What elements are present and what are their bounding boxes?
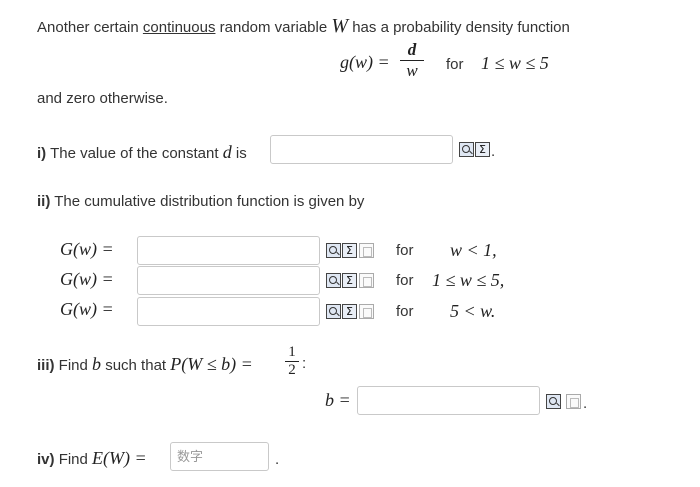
cdf-row-1-for: for (396, 242, 414, 259)
cdf-row-1-lhs: G(w) = (60, 239, 114, 259)
continuous-link[interactable]: continuous (143, 19, 216, 36)
trailing-period: . (275, 451, 280, 468)
preview-icon[interactable] (546, 394, 561, 409)
preview-icon[interactable] (326, 304, 341, 319)
pdf-denominator: w (406, 61, 418, 80)
help-icon[interactable] (359, 273, 374, 288)
pdf-for: for (446, 56, 464, 73)
help-icon[interactable] (359, 243, 374, 258)
preview-icon[interactable] (326, 273, 341, 288)
expectation-input[interactable] (170, 442, 269, 471)
half-denominator: 2 (288, 362, 296, 378)
b-input[interactable] (357, 386, 540, 415)
intro-prefix: Another certain (37, 19, 139, 36)
question-4-expr: E(W) = (92, 448, 147, 468)
cdf-row-3-lhs: G(w) = (60, 299, 114, 319)
intro-text: Another certain continuous random variab… (37, 15, 570, 38)
question-1-var: d (222, 142, 232, 162)
intro-variable: W (331, 15, 349, 37)
question-1-text: The value of the constant (50, 145, 219, 162)
pdf-range: 1 ≤ w ≤ 5 (481, 53, 549, 73)
question-2: ii) The cumulative distribution function… (37, 193, 364, 210)
question-1: i) The value of the constant d is (37, 142, 247, 163)
colon: : (302, 355, 307, 372)
constant-d-input[interactable] (270, 135, 453, 164)
cdf-row-2-condition: 1 ≤ w ≤ 5, (432, 270, 505, 290)
half-numerator: 1 (288, 344, 296, 360)
b-answer-lhs: b = (325, 390, 351, 410)
help-icon[interactable] (566, 394, 581, 409)
cdf-row-2-for: for (396, 272, 414, 289)
pdf-numerator: d (407, 40, 417, 59)
preview-icon[interactable] (326, 243, 341, 258)
question-2-label: ii) (37, 193, 51, 210)
cdf-row-3-input[interactable] (137, 297, 320, 326)
question-3: iii) Find b such that P(W ≤ b) = (37, 354, 253, 375)
question-4-label: iv) (37, 451, 55, 468)
help-icon[interactable] (359, 304, 374, 319)
question-1-is: is (235, 145, 247, 162)
cdf-row-3-for: for (396, 303, 414, 320)
question-3-label: iii) (37, 357, 55, 374)
zero-otherwise-text: and zero otherwise. (37, 90, 168, 107)
equation-editor-icon[interactable]: Σ (342, 243, 357, 258)
half-fraction: 1 2 (285, 344, 299, 379)
pdf-fraction: d w (400, 40, 424, 81)
cdf-row-2-lhs: G(w) = (60, 269, 114, 289)
cdf-row-3-condition: 5 < w. (450, 301, 496, 321)
question-2-text: The cumulative distribution function is … (54, 193, 365, 210)
pdf-lhs: g(w) = (340, 52, 390, 72)
equation-editor-icon[interactable]: Σ (342, 304, 357, 319)
question-3-var: b (92, 354, 102, 374)
trailing-period: . (583, 395, 588, 412)
preview-icon[interactable] (459, 142, 474, 157)
cdf-row-1-condition: w < 1, (450, 240, 497, 260)
question-3-text2: such that (105, 357, 167, 374)
question-4: iv) Find E(W) = (37, 448, 147, 469)
equation-editor-icon[interactable]: Σ (342, 273, 357, 288)
question-1-label: i) (37, 145, 47, 162)
trailing-period: . (491, 143, 496, 160)
intro-suffix: has a probability density function (352, 19, 570, 36)
question-3-text: Find (58, 357, 88, 374)
cdf-row-1-input[interactable] (137, 236, 320, 265)
cdf-row-2-input[interactable] (137, 266, 320, 295)
intro-middle: random variable (219, 19, 328, 36)
question-4-text: Find (58, 451, 88, 468)
question-3-expr: P(W ≤ b) = (170, 354, 253, 374)
equation-editor-icon[interactable]: Σ (475, 142, 490, 157)
